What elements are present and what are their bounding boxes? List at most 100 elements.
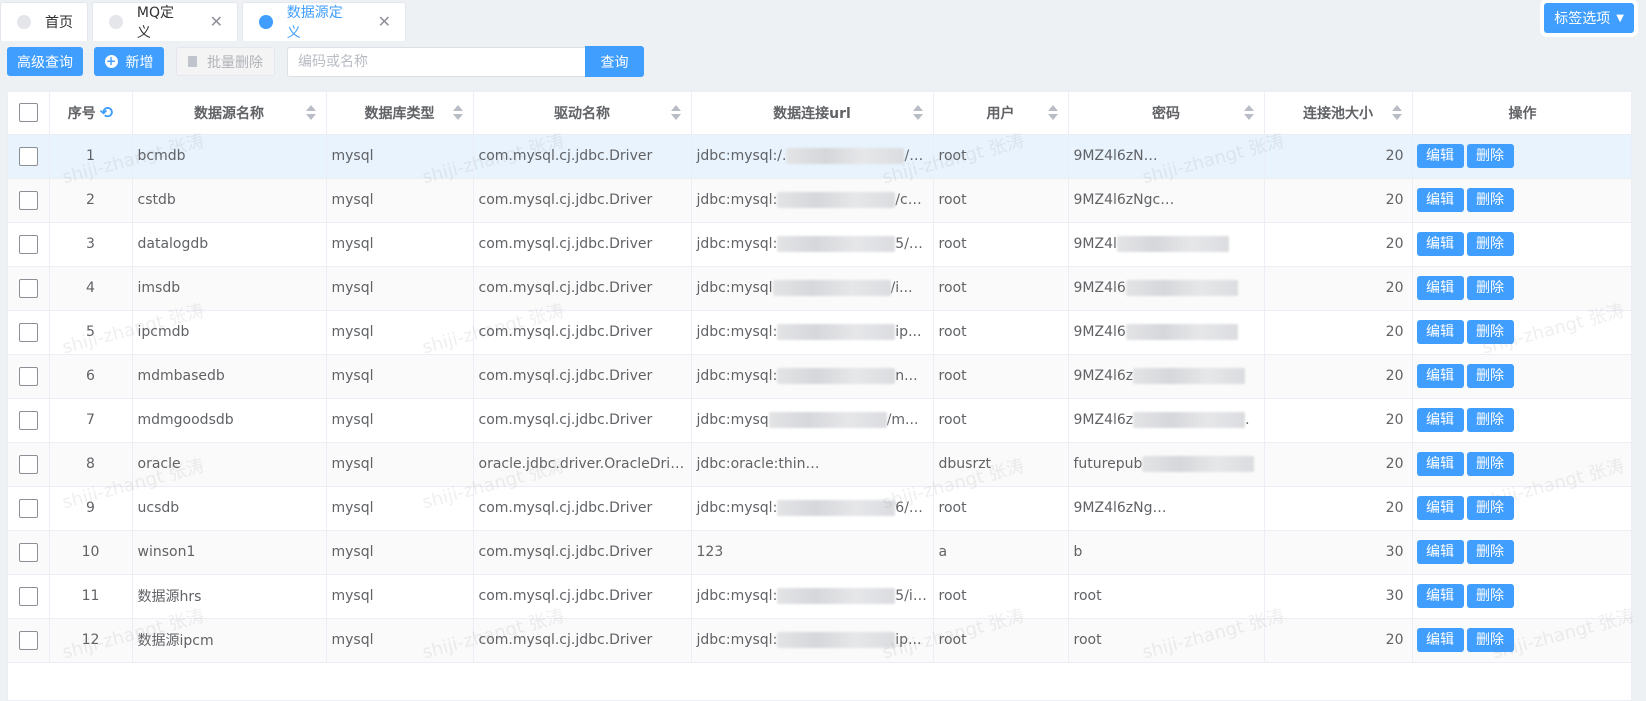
batch-delete-button[interactable]: 批量删除 bbox=[176, 47, 275, 76]
row-checkbox[interactable] bbox=[18, 410, 38, 430]
select-all-checkbox[interactable] bbox=[18, 103, 38, 123]
table-row[interactable]: 7 mdmgoodsdb mysql com.mysql.cj.jdbc.Dri… bbox=[8, 398, 1631, 443]
url-suffix: 5/da... bbox=[895, 236, 932, 252]
table-row[interactable]: 2 cstdb mysql com.mysql.cj.jdbc.Driver j… bbox=[8, 178, 1631, 223]
delete-button[interactable]: 删除 bbox=[1466, 144, 1514, 168]
sort-icon[interactable] bbox=[452, 105, 463, 121]
column-header-pool-size[interactable]: 连接池大小 bbox=[1264, 92, 1413, 135]
url-cell: jdbc:mysq/m... bbox=[691, 398, 934, 443]
password-prefix: 9MZ4l6z bbox=[1073, 368, 1134, 384]
advanced-query-button[interactable]: 高级查询 bbox=[7, 47, 83, 76]
add-button[interactable]: + 新增 bbox=[94, 47, 164, 76]
index-cell: 7 bbox=[49, 398, 133, 443]
delete-button[interactable]: 删除 bbox=[1466, 408, 1514, 432]
tag-options-button[interactable]: 标签选项 ▼ bbox=[1544, 3, 1634, 33]
delete-button[interactable]: 删除 bbox=[1466, 232, 1514, 256]
db-type-cell: mysql bbox=[326, 574, 474, 619]
sort-icon[interactable] bbox=[912, 105, 923, 121]
row-checkbox[interactable] bbox=[18, 190, 38, 210]
delete-button[interactable]: 删除 bbox=[1466, 276, 1514, 300]
table-row[interactable]: 9 ucsdb mysql com.mysql.cj.jdbc.Driver j… bbox=[8, 486, 1631, 531]
close-icon[interactable]: ✕ bbox=[210, 14, 223, 30]
url-cell: jdbc:mysql: ip... bbox=[691, 618, 934, 663]
search-input[interactable] bbox=[287, 47, 586, 77]
row-checkbox[interactable] bbox=[18, 146, 38, 166]
delete-button[interactable]: 删除 bbox=[1466, 540, 1514, 564]
redacted-blur bbox=[1116, 236, 1229, 252]
row-checkbox[interactable] bbox=[18, 234, 38, 254]
edit-button[interactable]: 编辑 bbox=[1416, 144, 1464, 168]
url-suffix: 5/ip... bbox=[895, 588, 933, 604]
refresh-icon[interactable]: ⟲ bbox=[100, 103, 113, 122]
url-prefix: jdbc:mysql:/. bbox=[696, 148, 787, 164]
delete-button[interactable]: 删除 bbox=[1466, 320, 1514, 344]
table-row[interactable]: 1 bcmdb mysql com.mysql.cj.jdbc.Driver j… bbox=[8, 134, 1631, 179]
edit-button[interactable]: 编辑 bbox=[1416, 188, 1464, 212]
table-row[interactable]: 11 数据源hrs mysql com.mysql.cj.jdbc.Driver… bbox=[8, 574, 1631, 619]
column-header-password[interactable]: 密码 bbox=[1068, 92, 1265, 135]
delete-button[interactable]: 删除 bbox=[1466, 364, 1514, 388]
delete-button[interactable]: 删除 bbox=[1466, 628, 1514, 652]
user-cell: root bbox=[933, 266, 1069, 311]
name-cell: 数据源ipcm bbox=[132, 618, 327, 663]
row-checkbox[interactable] bbox=[18, 322, 38, 342]
column-header-db-type[interactable]: 数据库类型 bbox=[326, 92, 474, 135]
edit-button[interactable]: 编辑 bbox=[1416, 276, 1464, 300]
pool-size-cell: 20 bbox=[1264, 266, 1413, 311]
redacted-blur bbox=[772, 280, 891, 296]
row-checkbox[interactable] bbox=[18, 630, 38, 650]
tab-home[interactable]: 首页 bbox=[0, 2, 88, 41]
edit-button[interactable]: 编辑 bbox=[1416, 496, 1464, 520]
tab-mq-definition[interactable]: MQ定义 ✕ bbox=[92, 2, 238, 41]
table-row[interactable]: 6 mdmbasedb mysql com.mysql.cj.jdbc.Driv… bbox=[8, 354, 1631, 399]
query-label: 查询 bbox=[600, 54, 629, 71]
table-row[interactable]: 10 winson1 mysql com.mysql.cj.jdbc.Drive… bbox=[8, 530, 1631, 575]
actions-cell: 编辑 删除 bbox=[1412, 574, 1631, 619]
sort-icon[interactable] bbox=[1391, 105, 1402, 121]
sort-icon[interactable] bbox=[670, 105, 681, 121]
edit-button[interactable]: 编辑 bbox=[1416, 408, 1464, 432]
edit-button[interactable]: 编辑 bbox=[1416, 628, 1464, 652]
table-row[interactable]: 3 datalogdb mysql com.mysql.cj.jdbc.Driv… bbox=[8, 222, 1631, 267]
table-row[interactable]: 5 ipcmdb mysql com.mysql.cj.jdbc.Driver … bbox=[8, 310, 1631, 355]
close-icon[interactable]: ✕ bbox=[378, 14, 391, 30]
driver-cell: com.mysql.cj.jdbc.Driver bbox=[473, 310, 692, 355]
redacted-blur bbox=[1143, 148, 1256, 164]
row-checkbox[interactable] bbox=[18, 454, 38, 474]
row-checkbox[interactable] bbox=[18, 542, 38, 562]
edit-button[interactable]: 编辑 bbox=[1416, 232, 1464, 256]
column-header-url[interactable]: 数据连接url bbox=[691, 92, 934, 135]
table-row[interactable]: 4 imsdb mysql com.mysql.cj.jdbc.Driver j… bbox=[8, 266, 1631, 311]
delete-button[interactable]: 删除 bbox=[1466, 452, 1514, 476]
edit-button[interactable]: 编辑 bbox=[1416, 540, 1464, 564]
column-label: 连接池大小 bbox=[1303, 105, 1373, 122]
delete-button[interactable]: 删除 bbox=[1466, 584, 1514, 608]
column-header-driver[interactable]: 驱动名称 bbox=[473, 92, 692, 135]
sort-icon[interactable] bbox=[1047, 105, 1058, 121]
actions-cell: 编辑 删除 bbox=[1412, 442, 1631, 487]
user-cell: a bbox=[933, 530, 1069, 575]
table-row[interactable]: 12 数据源ipcm mysql com.mysql.cj.jdbc.Drive… bbox=[8, 618, 1631, 663]
row-checkbox[interactable] bbox=[18, 278, 38, 298]
table-row[interactable]: 8 oracle mysql oracle.jdbc.driver.Oracle… bbox=[8, 442, 1631, 487]
delete-button[interactable]: 删除 bbox=[1466, 496, 1514, 520]
url-cell: jdbc:mysql: n... bbox=[691, 354, 934, 399]
query-button[interactable]: 查询 bbox=[585, 46, 644, 77]
tab-datasource-definition[interactable]: 数据源定义 ✕ bbox=[242, 2, 406, 41]
password-cell: futurepub bbox=[1068, 442, 1265, 487]
row-checkbox[interactable] bbox=[18, 586, 38, 606]
edit-button[interactable]: 编辑 bbox=[1416, 364, 1464, 388]
row-checkbox[interactable] bbox=[18, 366, 38, 386]
column-header-name[interactable]: 数据源名称 bbox=[132, 92, 327, 135]
edit-button[interactable]: 编辑 bbox=[1416, 452, 1464, 476]
column-header-user[interactable]: 用户 bbox=[933, 92, 1069, 135]
batch-delete-label: 批量删除 bbox=[207, 54, 263, 71]
edit-button[interactable]: 编辑 bbox=[1416, 584, 1464, 608]
row-checkbox[interactable] bbox=[18, 498, 38, 518]
sort-icon[interactable] bbox=[305, 105, 316, 121]
sort-icon[interactable] bbox=[1243, 105, 1254, 121]
driver-cell: com.mysql.cj.jdbc.Driver bbox=[473, 266, 692, 311]
delete-button[interactable]: 删除 bbox=[1466, 188, 1514, 212]
edit-button[interactable]: 编辑 bbox=[1416, 320, 1464, 344]
name-cell: ipcmdb bbox=[132, 310, 327, 355]
